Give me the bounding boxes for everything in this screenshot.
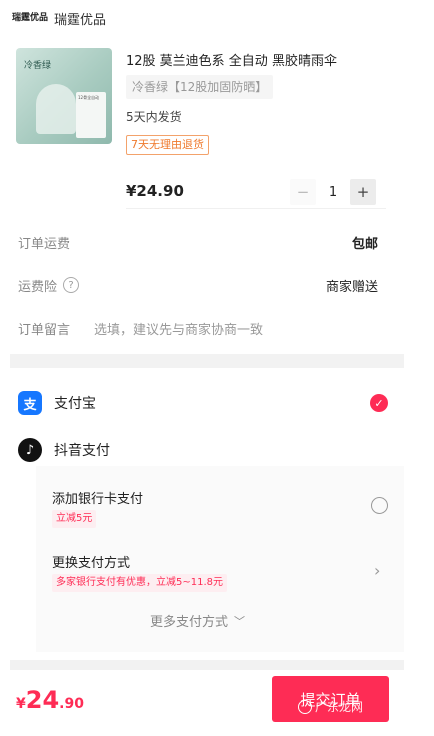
douyin-pay-label: 抖音支付 — [54, 443, 110, 459]
freight-row: 订单运费 包邮 — [18, 230, 378, 254]
store-logo-text: 瑞霆优品 — [12, 13, 49, 23]
alipay-icon: 支 — [18, 391, 42, 415]
chevron-right-icon[interactable]: › — [374, 561, 380, 580]
remark-input[interactable]: 选填，建议先与商家协商一致 — [94, 319, 263, 338]
return-policy-badge: 7天无理由退货 — [126, 135, 209, 155]
freight-value: 包邮 — [351, 236, 378, 252]
order-remark-row[interactable]: 订单留言 选填，建议先与商家协商一致 — [18, 316, 378, 340]
quantity-value[interactable]: 1 — [316, 185, 350, 200]
store-header[interactable]: 瑞霆优品 瑞霆优品 — [0, 0, 434, 36]
product-price: ¥24.90 — [126, 182, 184, 200]
quantity-stepper: − 1 + — [290, 179, 376, 205]
change-payment-label[interactable]: 更换支付方式 — [52, 552, 130, 571]
section-divider — [10, 660, 404, 670]
product-image[interactable]: 冷香绿 12骨全自动 — [16, 48, 112, 144]
bank-card-radio[interactable] — [371, 497, 388, 514]
change-payment-promo-badge: 多家银行支付有优惠，立减5~11.8元 — [52, 574, 228, 592]
douyin-pay-option[interactable]: ♪ 抖音支付 — [18, 436, 392, 464]
product-image-tag: 冷香绿 — [24, 61, 52, 71]
watermark-text: 广东龙网 — [315, 700, 364, 714]
watermark: 广东龙网 — [298, 698, 363, 715]
alipay-label: 支付宝 — [54, 396, 96, 412]
help-icon[interactable]: ? — [63, 277, 80, 293]
insurance-value: 商家赠送 — [325, 279, 378, 295]
alipay-option[interactable]: 支 支付宝 ✓ — [18, 389, 392, 417]
freight-label: 订单运费 — [18, 236, 71, 252]
shipping-insurance-row: 运费险 ? 商家赠送 — [18, 273, 378, 297]
section-divider — [10, 354, 404, 368]
total-currency: ¥ — [16, 696, 26, 712]
umbrella-illustration — [36, 84, 76, 134]
divider — [126, 208, 386, 209]
douyin-icon: ♪ — [18, 438, 42, 462]
product-title[interactable]: 12股 莫兰迪色系 全自动 黑胶晴雨伞 — [126, 50, 337, 69]
product-image-card: 12骨全自动 — [76, 92, 106, 138]
chevron-down-icon: ﹀ — [234, 614, 246, 628]
store-name[interactable]: 瑞霆优品 — [54, 9, 106, 28]
insurance-label: 运费险 — [18, 279, 58, 295]
total-decimal: .90 — [59, 696, 84, 712]
shipping-time: 5天内发货 — [126, 110, 182, 124]
product-image-card-text: 12骨全自动 — [78, 95, 100, 100]
selected-check-icon[interactable]: ✓ — [370, 394, 388, 412]
store-logo: 瑞霆优品 — [12, 8, 48, 28]
watermark-icon — [298, 699, 312, 714]
bank-card-promo-badge: 立减5元 — [52, 510, 97, 528]
product-sku[interactable]: 冷香绿【12股加固防晒】 — [126, 75, 274, 99]
total-integer: 24 — [25, 686, 60, 714]
quantity-plus-button[interactable]: + — [350, 179, 376, 205]
quantity-minus-button[interactable]: − — [290, 179, 316, 205]
add-bank-card-label[interactable]: 添加银行卡支付 — [52, 488, 143, 507]
more-payment-methods[interactable]: 更多支付方式 ﹀ — [150, 611, 246, 631]
total-price: ¥24.90 — [16, 686, 84, 714]
remark-label: 订单留言 — [18, 322, 71, 338]
more-payment-label: 更多支付方式 — [150, 615, 229, 630]
